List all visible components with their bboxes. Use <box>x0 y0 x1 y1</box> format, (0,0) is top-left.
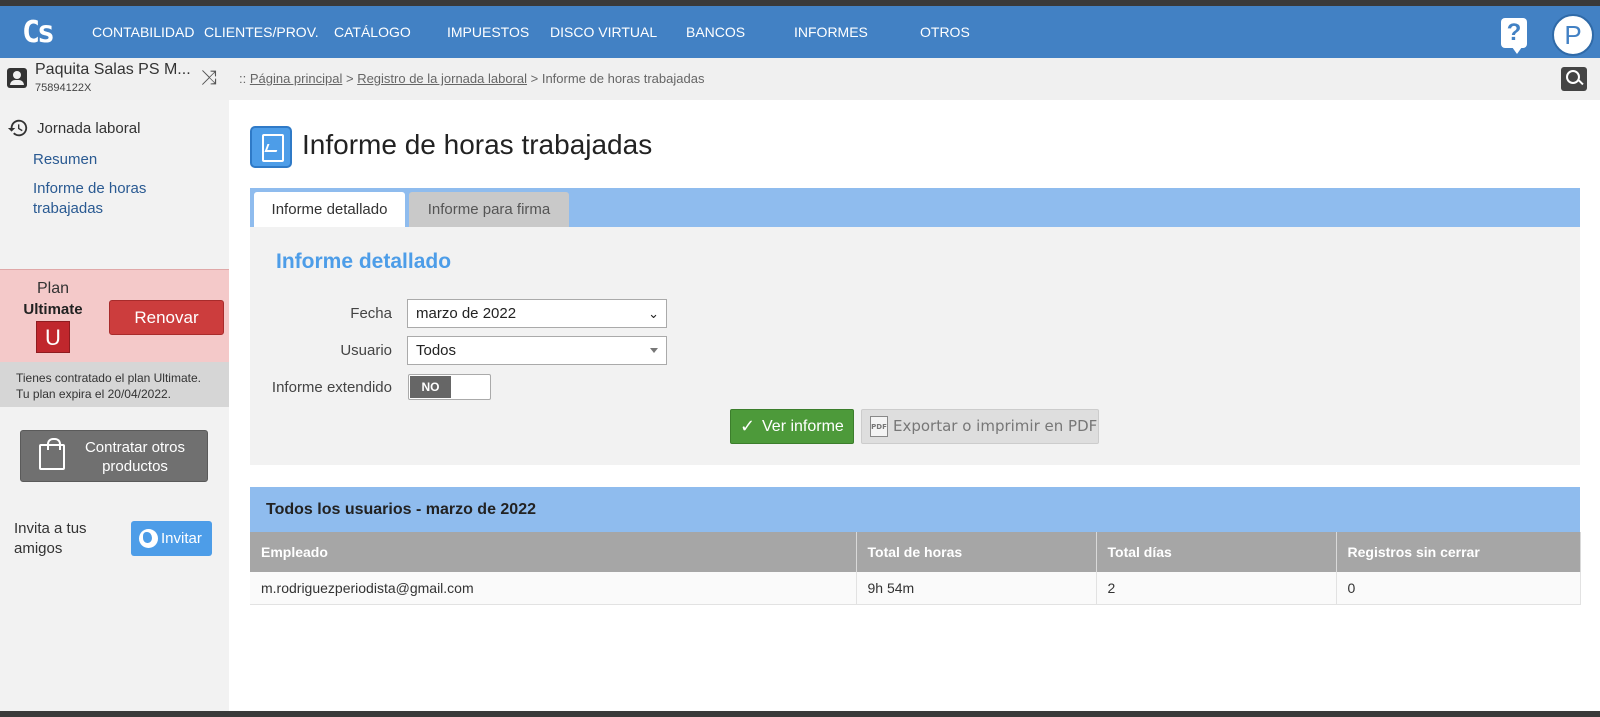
usuario-select-value: Todos <box>416 342 457 359</box>
ver-informe-label: Ver informe <box>762 418 844 435</box>
fecha-select[interactable]: marzo de 2022 ⌄ <box>407 299 667 328</box>
buy-products-label: Contratar otros productos <box>84 439 186 475</box>
invite-button[interactable]: Invitar <box>131 521 212 556</box>
sidebar-heading-label: Jornada laboral <box>37 119 141 137</box>
bottom-strip <box>0 711 1600 717</box>
nav-otros[interactable]: OTROS <box>920 6 970 58</box>
company-bar: Paquita Salas PS M... 75894122X ⤨ :: Pág… <box>0 58 1600 100</box>
tab-informe-detallado[interactable]: Informe detallado <box>254 192 405 227</box>
user-avatar[interactable]: P <box>1552 14 1594 56</box>
usuario-select[interactable]: Todos <box>407 336 667 365</box>
check-icon: ✓ <box>740 416 756 436</box>
search-icon[interactable] <box>1561 67 1587 91</box>
fecha-label: Fecha <box>350 305 392 322</box>
fecha-select-value: marzo de 2022 <box>416 305 517 322</box>
column-header-registros-sin-cerrar[interactable]: Registros sin cerrar <box>1336 532 1581 572</box>
chevron-down-icon: ⌄ <box>648 306 659 321</box>
nav-clientes-prov[interactable]: CLIENTES/PROV. <box>204 6 319 58</box>
breadcrumb-prefix: :: <box>239 71 250 86</box>
table-header-row: Empleado Total de horas Total días Regis… <box>250 532 1581 572</box>
nav-impuestos[interactable]: IMPUESTOS <box>447 6 529 58</box>
cell-total-dias: 2 <box>1096 572 1337 605</box>
sidebar: Jornada laboral Resumen Informe de horas… <box>0 100 229 711</box>
pdf-icon: PDF <box>870 416 888 437</box>
plan-name: Ultimate <box>23 301 83 318</box>
dropdown-arrow-icon <box>650 348 658 353</box>
page-title: Informe de horas trabajadas <box>302 129 653 160</box>
report-icon <box>250 126 292 168</box>
column-header-total-horas[interactable]: Total de horas <box>856 532 1097 572</box>
nav-disco-virtual[interactable]: DISCO VIRTUAL <box>550 6 657 58</box>
sidebar-item-informe-horas[interactable]: Informe de horas trabajadas <box>33 179 173 219</box>
column-header-total-dias[interactable]: Total días <box>1096 532 1337 572</box>
nav-informes[interactable]: INFORMES <box>794 6 868 58</box>
breadcrumb-section-link[interactable]: Registro de la jornada laboral <box>357 71 527 86</box>
history-icon <box>7 119 28 137</box>
breadcrumb-home-link[interactable]: Página principal <box>250 71 343 86</box>
column-header-empleado[interactable]: Empleado <box>250 532 857 572</box>
shopping-bag-icon <box>39 438 65 470</box>
results-heading: Todos los usuarios - marzo de 2022 <box>250 487 1580 532</box>
toggle-state: NO <box>410 376 451 398</box>
plan-badge-icon: U <box>36 321 70 353</box>
nav-bancos[interactable]: BANCOS <box>686 6 745 58</box>
tab-informe-para-firma[interactable]: Informe para firma <box>409 192 569 227</box>
app-logo[interactable]: Cs <box>22 16 62 50</box>
plan-box: Plan Ultimate U Renovar <box>0 269 229 362</box>
company-name[interactable]: Paquita Salas PS M... <box>35 61 191 79</box>
company-card-icon <box>7 68 27 88</box>
sidebar-item-resumen[interactable]: Resumen <box>33 150 97 170</box>
breadcrumb: :: Página principal > Registro de la jor… <box>239 71 704 86</box>
plan-label: Plan <box>36 280 70 297</box>
sidebar-heading: Jornada laboral <box>7 117 140 139</box>
plan-info-line: Tienes contratado el plan Ultimate. <box>16 371 201 385</box>
export-pdf-button[interactable]: PDF Exportar o imprimir en PDF <box>861 409 1099 444</box>
usuario-label: Usuario <box>340 342 392 359</box>
renew-button[interactable]: Renovar <box>109 300 224 335</box>
form-panel: Informe detallado Fecha marzo de 2022 ⌄ … <box>250 227 1580 465</box>
nav-contabilidad[interactable]: CONTABILIDAD <box>92 6 194 58</box>
switch-company-icon[interactable]: ⤨ <box>198 67 220 89</box>
cell-total-horas: 9h 54m <box>856 572 1097 605</box>
results-table: Empleado Total de horas Total días Regis… <box>250 532 1581 605</box>
help-icon[interactable]: ? <box>1501 18 1527 54</box>
nav-catalogo[interactable]: CATÁLOGO <box>334 6 411 58</box>
tabs-bar: Informe detallado Informe para firma <box>250 188 1580 227</box>
ver-informe-button[interactable]: ✓ Ver informe <box>730 409 854 444</box>
informe-extendido-toggle[interactable]: NO <box>408 374 491 400</box>
informe-extendido-label: Informe extendido <box>271 379 392 396</box>
main-navbar: Cs CONTABILIDAD CLIENTES/PROV. CATÁLOGO … <box>0 6 1600 58</box>
form-title: Informe detallado <box>276 250 452 273</box>
cell-empleado: m.rodriguezperiodista@gmail.com <box>250 572 857 605</box>
company-id: 75894122X <box>35 82 92 94</box>
table-row[interactable]: m.rodriguezperiodista@gmail.com 9h 54m 2… <box>250 572 1581 605</box>
plan-info: Tienes contratado el plan Ultimate. Tu p… <box>0 362 229 407</box>
results-section: Todos los usuarios - marzo de 2022 Emple… <box>250 487 1581 605</box>
breadcrumb-current: Informe de horas trabajadas <box>541 71 705 86</box>
invite-text: Invita a tus amigos <box>14 520 87 557</box>
invite-label: Invitar <box>161 530 202 547</box>
breadcrumb-separator: > <box>342 71 358 86</box>
breadcrumb-separator: > <box>527 71 542 86</box>
buy-products-button[interactable]: Contratar otros productos <box>20 430 208 482</box>
plan-info-line: Tu plan expira el 20/04/2022. <box>16 387 171 401</box>
cell-registros-sin-cerrar: 0 <box>1336 572 1581 605</box>
export-pdf-label: Exportar o imprimir en PDF <box>893 417 1098 435</box>
globe-icon <box>139 529 158 548</box>
